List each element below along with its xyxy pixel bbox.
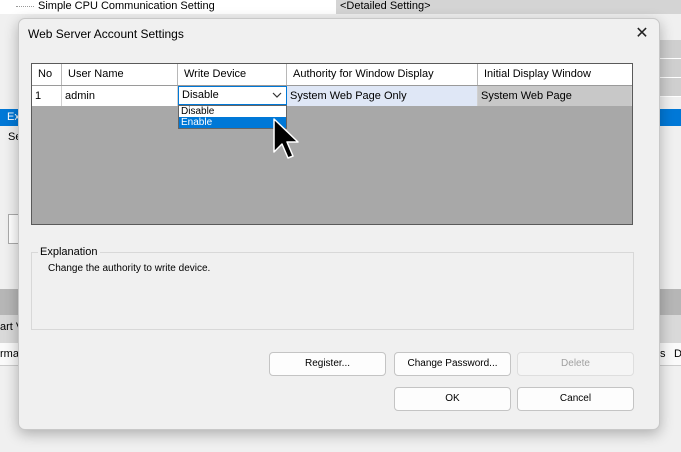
header-initial-window: Initial Display Window: [484, 68, 591, 80]
bg-cell: [657, 78, 681, 97]
dialog-title: Web Server Account Settings: [28, 27, 184, 41]
register-button[interactable]: Register...: [269, 352, 386, 376]
bg-header-left: rma: [0, 348, 19, 360]
table-header: No User Name Write Device Authority for …: [32, 64, 632, 86]
delete-button[interactable]: Delete: [517, 352, 634, 376]
bg-cell: [657, 59, 681, 78]
bg-setting-row[interactable]: Simple CPU Communication Setting <Detail…: [0, 0, 681, 14]
bg-header-right-2: D: [674, 348, 681, 360]
dropdown-option-disable[interactable]: Disable: [179, 106, 286, 117]
change-password-button[interactable]: Change Password...: [394, 352, 511, 376]
chevron-down-icon[interactable]: [272, 87, 282, 104]
bg-right-cells: [657, 40, 681, 100]
mouse-pointer-icon: [273, 118, 301, 166]
bg-cell: [657, 40, 681, 59]
header-authority: Authority for Window Display: [287, 64, 478, 85]
bg-setting-value-cell[interactable]: <Detailed Setting>: [336, 0, 681, 14]
cell-no[interactable]: 1: [32, 86, 62, 106]
write-device-value: Disable: [182, 89, 219, 101]
web-server-account-settings-dialog: Web Server Account Settings ✕ No User Na…: [18, 18, 660, 430]
bg-header-right-1: s: [660, 348, 666, 360]
close-icon[interactable]: ✕: [629, 23, 655, 45]
explanation-text: Change the authority to write device.: [48, 263, 211, 274]
header-no: No: [32, 64, 62, 85]
dropdown-option-enable[interactable]: Enable: [179, 117, 286, 128]
table-row[interactable]: 1 admin System Web Page Only System Web …: [32, 86, 632, 106]
header-user-name: User Name: [62, 64, 178, 85]
explanation-group: Explanation Change the authority to writ…: [31, 246, 634, 330]
header-write-device: Write Device: [178, 64, 287, 85]
tree-connector: [16, 6, 34, 7]
cell-initial-window[interactable]: System Web Page: [478, 86, 632, 106]
explanation-legend: Explanation: [38, 246, 100, 258]
cell-user-name[interactable]: admin: [62, 86, 178, 106]
bg-setting-value: <Detailed Setting>: [340, 0, 431, 12]
write-device-combobox[interactable]: Disable: [178, 86, 287, 105]
cell-authority[interactable]: System Web Page Only: [287, 86, 478, 106]
write-device-dropdown-list: Disable Enable: [178, 105, 287, 129]
bg-setting-label: Simple CPU Communication Setting: [38, 0, 215, 12]
ok-button[interactable]: OK: [394, 387, 511, 411]
cancel-button[interactable]: Cancel: [517, 387, 634, 411]
account-table: No User Name Write Device Authority for …: [31, 63, 633, 225]
